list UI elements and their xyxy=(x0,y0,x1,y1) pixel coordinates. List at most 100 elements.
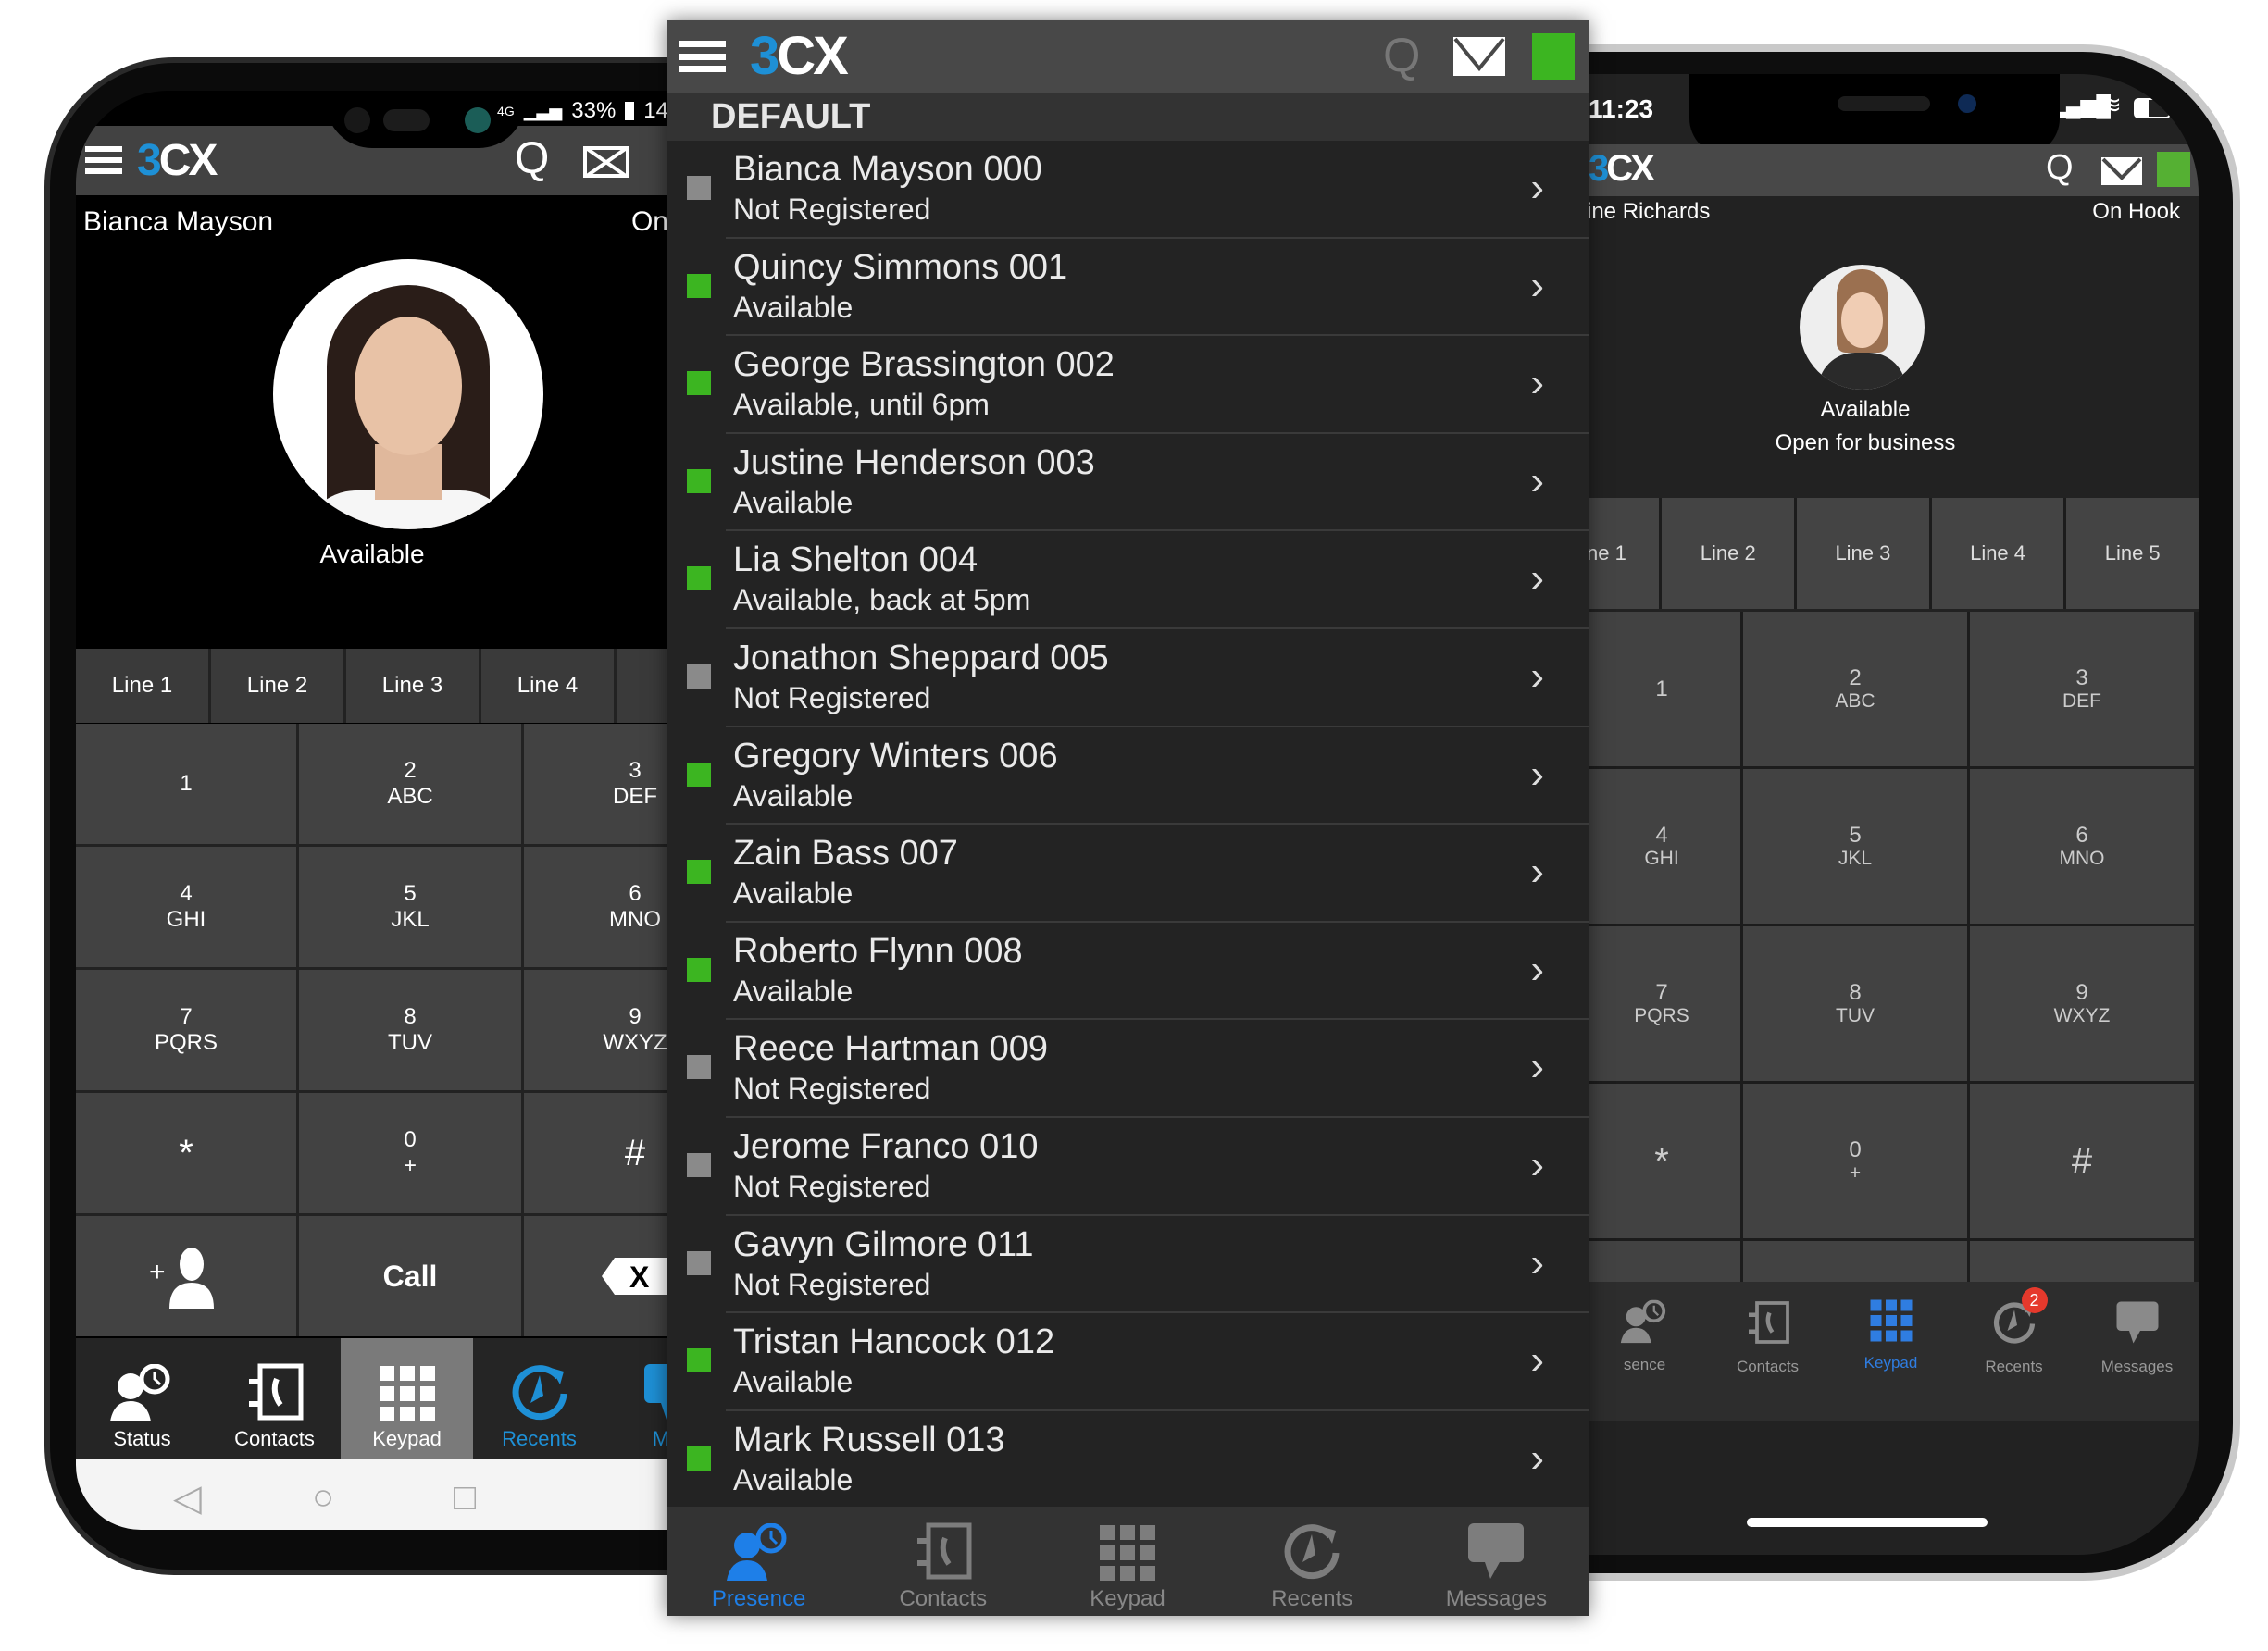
contact-row[interactable]: Justine Henderson 003 Available › xyxy=(667,434,1589,532)
presence-status-indicator[interactable] xyxy=(1532,33,1575,80)
nav-tab-keypad[interactable]: Keypad xyxy=(1035,1507,1219,1616)
user-avatar[interactable] xyxy=(273,259,543,529)
key-1[interactable]: 1 xyxy=(1583,612,1740,766)
nav-tab-messages[interactable]: Messages xyxy=(2075,1282,2199,1421)
contact-row[interactable]: Jerome Franco 010 Not Registered › xyxy=(667,1118,1589,1216)
menu-icon[interactable] xyxy=(85,146,122,174)
nav-tab-presence[interactable]: Presence xyxy=(667,1507,851,1616)
nav-tab-recents[interactable]: Recents xyxy=(1220,1507,1404,1616)
chevron-right-icon[interactable]: › xyxy=(1530,947,1544,993)
key-6[interactable]: 6 MNO xyxy=(1970,769,2194,924)
key-2[interactable]: 2 ABC xyxy=(1743,612,1967,766)
line-tab[interactable]: Line 4 xyxy=(1931,498,2064,609)
call-button[interactable]: Call xyxy=(299,1216,521,1336)
key-4[interactable]: 4 GHI xyxy=(76,847,296,967)
key-2[interactable]: 2 ABC xyxy=(299,724,521,844)
key-0[interactable]: 0 + xyxy=(299,1093,521,1213)
key-7[interactable]: 7 PQRS xyxy=(1583,926,1740,1081)
search-icon[interactable]: Q xyxy=(515,137,549,181)
contact-row[interactable]: George Brassington 002 Available, until 6… xyxy=(667,336,1589,434)
contact-row[interactable]: Reece Hartman 009 Not Registered › xyxy=(667,1020,1589,1118)
chevron-right-icon[interactable]: › xyxy=(1530,458,1544,504)
line-tab[interactable]: Line 2 xyxy=(211,649,346,723)
chevron-right-icon[interactable]: › xyxy=(1530,751,1544,798)
backspace-button[interactable]: X xyxy=(524,1216,668,1336)
key-6[interactable]: 6 MNO xyxy=(524,847,668,967)
contact-list[interactable]: Bianca Mayson 000 Not Registered › Quincy S… xyxy=(667,141,1589,1527)
key-star[interactable]: * xyxy=(76,1093,296,1213)
key-8[interactable]: 8 TUV xyxy=(299,970,521,1090)
key-5[interactable]: 5 JKL xyxy=(1743,769,1967,924)
nav-tab-messages[interactable]: Messages xyxy=(1404,1507,1589,1616)
home-button[interactable]: ○ xyxy=(312,1477,334,1519)
add-contact-button[interactable]: + xyxy=(76,1216,296,1336)
contact-row[interactable]: Quincy Simmons 001 Available › xyxy=(667,239,1589,337)
key-1[interactable]: 1 xyxy=(76,724,296,844)
key-5[interactable]: 5 JKL xyxy=(299,847,521,967)
line-tab[interactable]: Li xyxy=(617,649,668,723)
nav-tab-keypad[interactable]: Keypad xyxy=(1829,1282,1952,1421)
menu-icon[interactable] xyxy=(679,41,726,72)
line-tab[interactable]: Line 3 xyxy=(346,649,481,723)
contact-row[interactable]: Zain Bass 007 Available › xyxy=(667,825,1589,923)
nav-tab-contacts[interactable]: Contacts xyxy=(851,1507,1035,1616)
chevron-right-icon[interactable]: › xyxy=(1530,1337,1544,1384)
line-tab[interactable]: Line 2 xyxy=(1662,498,1795,609)
line-tab[interactable]: ne 1 xyxy=(1583,498,1660,609)
home-indicator[interactable] xyxy=(1747,1518,1988,1527)
chevron-right-icon[interactable]: › xyxy=(1530,360,1544,406)
contact-row[interactable]: Lia Shelton 004 Available, back at 5pm › xyxy=(667,531,1589,629)
chevron-right-icon[interactable]: › xyxy=(1530,1142,1544,1188)
contact-row[interactable]: Tristan Hancock 012 Available › xyxy=(667,1313,1589,1411)
back-button[interactable]: ◁ xyxy=(173,1477,202,1520)
nav-tab-status[interactable]: Status xyxy=(76,1338,208,1459)
contact-row[interactable]: Bianca Mayson 000 Not Registered › xyxy=(667,141,1589,239)
contact-row[interactable]: Gregory Winters 006 Available › xyxy=(667,727,1589,826)
nav-tab-contacts[interactable]: Contacts xyxy=(1706,1282,1829,1421)
key-4[interactable]: 4 GHI xyxy=(1583,769,1740,924)
nav-tab-recents[interactable]: 2 Recents xyxy=(1952,1282,2075,1421)
sensor-icon xyxy=(344,107,370,133)
key-3[interactable]: 3 DEF xyxy=(524,724,668,844)
line-tab[interactable]: Line 1 xyxy=(76,649,211,723)
chevron-right-icon[interactable]: › xyxy=(1530,653,1544,700)
chevron-right-icon[interactable]: › xyxy=(1530,165,1544,211)
nav-tab-messages[interactable]: Mes xyxy=(605,1338,668,1459)
key-9[interactable]: 9 WXYZ xyxy=(524,970,668,1090)
search-icon[interactable]: Q xyxy=(1383,31,1420,80)
chevron-right-icon[interactable]: › xyxy=(1530,263,1544,309)
key-3[interactable]: 3 DEF xyxy=(1970,612,2194,766)
nav-tab-keypad[interactable]: Keypad xyxy=(341,1338,473,1459)
user-avatar[interactable] xyxy=(1800,265,1925,390)
mail-icon[interactable] xyxy=(583,146,629,178)
line-tab[interactable]: Line 4 xyxy=(481,649,617,723)
line-tab[interactable]: Line 5 xyxy=(2066,498,2199,609)
line-tab[interactable]: Line 3 xyxy=(1797,498,1929,609)
nav-tab-recents[interactable]: Recents xyxy=(473,1338,605,1459)
chevron-right-icon[interactable]: › xyxy=(1530,1435,1544,1482)
nav-tab-presence[interactable]: sence xyxy=(1583,1282,1706,1421)
contact-row[interactable]: Jonathon Sheppard 005 Not Registered › xyxy=(667,629,1589,727)
key-hash[interactable]: # xyxy=(1970,1084,2194,1238)
key-hash[interactable]: # xyxy=(524,1093,668,1213)
contact-name: Tristan Hancock 012 xyxy=(733,1322,1055,1362)
key-9[interactable]: 9 WXYZ xyxy=(1970,926,2194,1081)
key-star[interactable]: * xyxy=(1583,1084,1740,1238)
nav-tab-contacts[interactable]: Contacts xyxy=(208,1338,341,1459)
key-7[interactable]: 7 PQRS xyxy=(76,970,296,1090)
front-camera-icon xyxy=(465,107,491,133)
chevron-right-icon[interactable]: › xyxy=(1530,849,1544,895)
mail-icon[interactable] xyxy=(1453,37,1505,76)
contact-row[interactable]: Roberto Flynn 008 Available › xyxy=(667,923,1589,1021)
key-8[interactable]: 8 TUV xyxy=(1743,926,1967,1081)
recent-apps-button[interactable]: □ xyxy=(454,1477,476,1519)
key-0[interactable]: 0 + xyxy=(1743,1084,1967,1238)
presence-status-indicator[interactable] xyxy=(2157,152,2190,187)
mail-icon[interactable] xyxy=(2101,157,2142,185)
chevron-right-icon[interactable]: › xyxy=(1530,1240,1544,1286)
chevron-right-icon[interactable]: › xyxy=(1530,1044,1544,1090)
contact-row[interactable]: Mark Russell 013 Available › xyxy=(667,1411,1589,1509)
chevron-right-icon[interactable]: › xyxy=(1530,555,1544,602)
search-icon[interactable]: Q xyxy=(2046,150,2074,185)
contact-row[interactable]: Gavyn Gilmore 011 Not Registered › xyxy=(667,1216,1589,1314)
